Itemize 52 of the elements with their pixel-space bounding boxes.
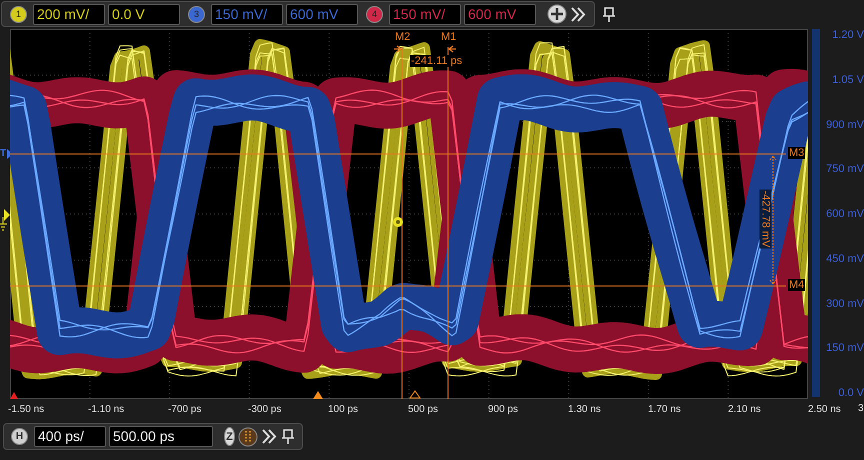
trigger-marker-icon xyxy=(313,391,323,399)
marker-label: M4 xyxy=(788,279,806,291)
horizontal-badge[interactable]: H xyxy=(11,428,28,445)
axis-label: 600 mV xyxy=(826,208,864,220)
axis-label: 450 mV xyxy=(826,252,864,265)
zoom-button[interactable]: Z xyxy=(224,427,235,446)
scale-field[interactable]: 200 mV/ xyxy=(33,4,105,24)
position-field[interactable]: 500.00 ps xyxy=(109,426,213,447)
axis-label: 1.70 ns xyxy=(648,404,681,415)
delta-voltage-readout: -427.78 mV xyxy=(759,190,772,248)
channel-badge[interactable]: 1 xyxy=(10,6,27,22)
offset-field[interactable]: 600 mV xyxy=(286,4,358,24)
marker-icon xyxy=(10,392,18,399)
chevron-icon[interactable] xyxy=(570,4,586,24)
delta-time-readout: -241.11 ps xyxy=(410,55,464,67)
delta-arrow-icon xyxy=(393,45,457,53)
axis-label: 150 mV xyxy=(826,342,864,354)
axis-label: 900 mV xyxy=(826,118,864,130)
marker-label: M1 xyxy=(440,31,458,43)
axis-label: -1.50 ns xyxy=(8,404,44,415)
channel-marker-icon xyxy=(393,217,403,227)
axis-label: 750 mV xyxy=(826,163,864,176)
marker-label: M3 xyxy=(788,147,806,159)
pin-icon[interactable] xyxy=(280,427,296,446)
axis-label: -300 ps xyxy=(248,404,282,415)
axis-label: -1.10 ns xyxy=(88,404,124,415)
axis-label: 2.10 ns xyxy=(728,404,761,415)
trigger-label: T xyxy=(0,148,6,159)
marker-label: M2 xyxy=(394,31,412,43)
chevron-icon[interactable] xyxy=(261,427,277,446)
ground-marker-icon xyxy=(0,209,10,231)
pin-icon[interactable] xyxy=(601,4,617,24)
axis-label: 1.05 V xyxy=(832,74,864,86)
axis-label: 300 mV xyxy=(826,298,864,310)
add-icon[interactable] xyxy=(547,4,567,24)
axis-label: 900 ps xyxy=(488,404,518,415)
axis-label: 0.0 V xyxy=(838,387,864,399)
grip-icon[interactable] xyxy=(238,426,258,446)
axis-label: 1.30 ns xyxy=(568,404,601,415)
axis-label: -700 ps xyxy=(168,404,202,415)
offset-field[interactable]: 600 mV xyxy=(464,4,536,24)
axis-label: 100 ps xyxy=(328,404,358,415)
trigger-arrow-icon xyxy=(7,149,13,159)
scale-field[interactable]: 400 ps/ xyxy=(34,426,106,447)
axis-label: 3 xyxy=(858,402,864,414)
offset-field[interactable]: 0.0 V xyxy=(108,4,180,24)
axis-label: 2.50 ns xyxy=(808,404,841,415)
position-marker-icon xyxy=(409,390,421,398)
scale-field[interactable]: 150 mV/ xyxy=(389,4,461,24)
axis-label: 1.20 V xyxy=(832,29,864,41)
scale-field[interactable]: 150 mV/ xyxy=(211,4,283,24)
axis-label: 500 ps xyxy=(408,404,438,415)
